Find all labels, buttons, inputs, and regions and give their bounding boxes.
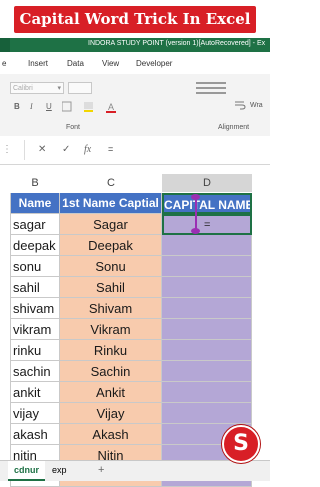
font-group-label: Font [66,124,81,131]
ribbon-tabs: e Insert Data View Developer [0,52,270,74]
name-cell[interactable]: shivam [10,298,60,319]
capital-name-cell[interactable] [162,382,252,403]
name-cell[interactable]: sahil [10,277,60,298]
tab-developer[interactable]: Developer [136,59,172,68]
header-cell-name[interactable]: Name [10,193,60,214]
font-name-box[interactable]: Calibri ▾ [10,82,64,94]
first-name-capital-cell[interactable]: Vijay [60,403,162,424]
chevron-down-icon: ▾ [57,85,61,92]
capital-name-cell[interactable] [162,235,252,256]
font-name-value: Calibri [13,85,33,92]
header-cell-first-name-capital[interactable]: 1st Name Captial [60,193,162,214]
formula-bar-divider [24,140,25,160]
first-name-capital-cell[interactable]: Akash [60,424,162,445]
italic-button[interactable]: I [30,102,33,111]
underline-button[interactable]: U [46,102,52,111]
banner-title: Capital Word Trick In Excel [13,5,257,33]
sheet-tab-exp[interactable]: exp [46,461,73,479]
name-cell[interactable]: vijay [10,403,60,424]
name-cell[interactable]: ankit [10,382,60,403]
capital-name-cell[interactable] [162,340,252,361]
font-size-box[interactable] [68,82,92,94]
name-cell[interactable]: deepak [10,235,60,256]
cursor-bar [195,200,197,230]
fx-icon[interactable]: fx [84,144,91,155]
name-cell[interactable]: akash [10,424,60,445]
tab-data[interactable]: Data [67,59,84,68]
formula-input[interactable]: = [108,144,113,154]
alignment-group-label: Alignment [218,124,250,131]
first-name-capital-cell[interactable]: Sahil [60,277,162,298]
name-cell[interactable]: vikram [10,319,60,340]
capital-name-cell[interactable] [162,256,252,277]
column-header-c[interactable]: C [60,174,162,192]
formula-bar: ⋮ ✕ ✓ fx = [0,136,270,165]
wrap-text-icon[interactable] [234,100,246,110]
first-name-capital-cell[interactable]: Sonu [60,256,162,277]
capital-name-cell[interactable] [162,319,252,340]
text-cursor-icon [191,194,200,234]
capital-name-cell[interactable] [162,277,252,298]
name-cell[interactable]: sagar [10,214,60,235]
cancel-icon[interactable]: ✕ [38,144,46,155]
first-name-capital-cell[interactable]: Ankit [60,382,162,403]
name-box-partial[interactable]: ⋮ [2,144,12,155]
name-cell[interactable]: rinku [10,340,60,361]
capital-name-cell[interactable] [162,403,252,424]
bold-button[interactable]: B [14,102,20,111]
first-name-capital-cell[interactable]: Rinku [60,340,162,361]
header-cell-capital-name[interactable]: CAPITAL NAME [162,193,252,214]
name-cell[interactable]: sonu [10,256,60,277]
capital-name-cell[interactable] [162,298,252,319]
first-name-capital-cell[interactable]: Sagar [60,214,162,235]
active-cell-d2[interactable]: = [162,214,252,235]
channel-logo: S [222,425,260,463]
window-title: INDORA STUDY POINT (version 1)[AutoRecov… [88,40,266,47]
enter-icon[interactable]: ✓ [62,144,70,155]
capital-name-cell[interactable] [162,361,252,382]
border-fill-color-icons[interactable]: A [62,101,142,113]
first-name-capital-cell[interactable]: Sachin [60,361,162,382]
wrap-text-label: Wra [250,102,263,109]
name-cell[interactable]: sachin [10,361,60,382]
first-name-capital-cell[interactable]: Vikram [60,319,162,340]
svg-text:A: A [108,102,114,112]
tab-view[interactable]: View [102,59,119,68]
first-name-capital-cell[interactable]: Shivam [60,298,162,319]
tab-insert[interactable]: Insert [28,59,48,68]
column-header-d[interactable]: D [162,174,252,192]
tab-home-partial[interactable]: e [2,59,6,68]
cursor-bottom-handle [191,228,200,234]
sheet-tab-cdnur[interactable]: cdnur [8,461,46,481]
sheet-tab-bar: cdnur exp + [0,460,270,481]
video-title-banner: Capital Word Trick In Excel [0,0,270,38]
first-name-capital-cell[interactable]: Deepak [60,235,162,256]
alignment-icons[interactable] [196,82,226,97]
ribbon: Calibri ▾ B I U A Font Wra Alignment [0,74,270,137]
add-sheet-icon[interactable]: + [92,461,110,479]
column-header-b[interactable]: B [10,174,60,192]
excel-title-bar: INDORA STUDY POINT (version 1)[AutoRecov… [0,38,270,52]
active-cell-value: = [204,219,211,231]
title-bar-edge [0,38,10,52]
